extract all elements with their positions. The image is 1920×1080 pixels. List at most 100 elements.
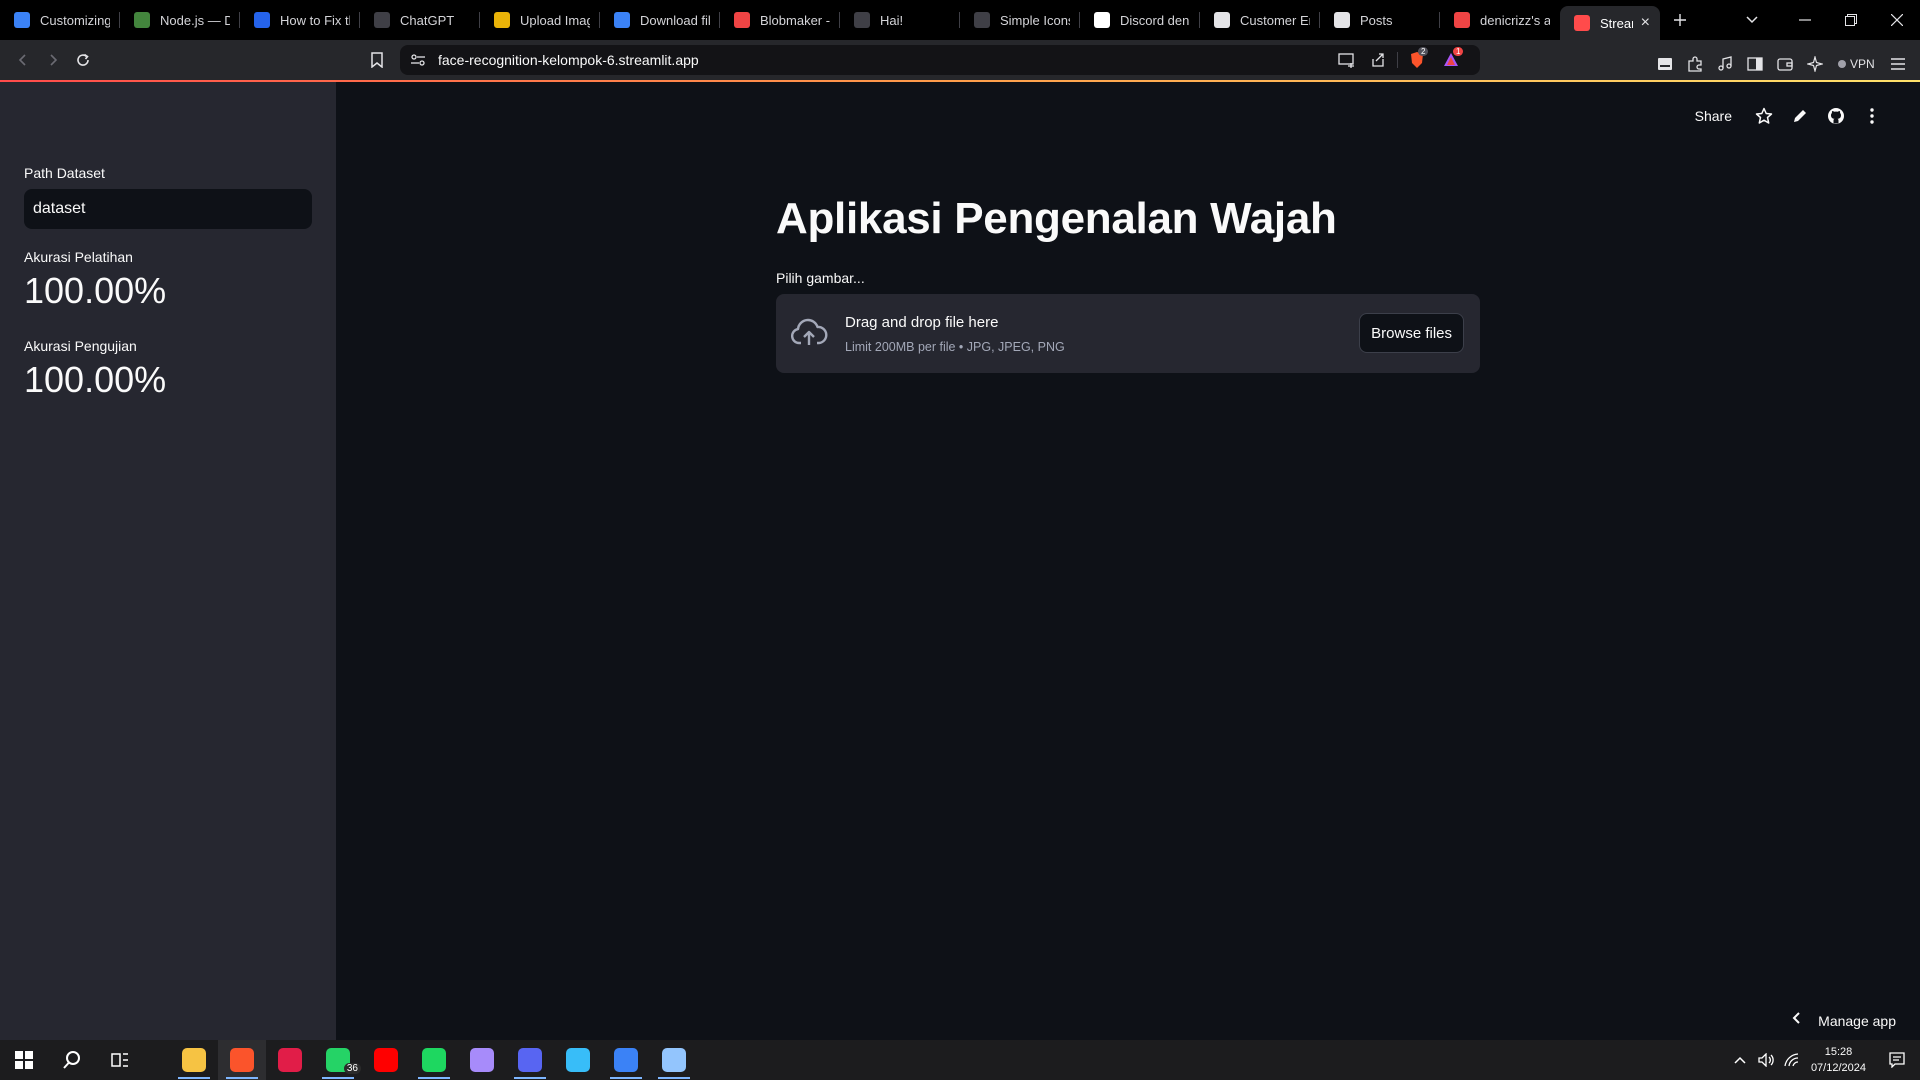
browser-tab-label: Blobmaker - I	[760, 12, 830, 28]
clock-time: 15:28	[1824, 1046, 1853, 1058]
app-menu-button[interactable]	[1854, 104, 1890, 128]
sparkle-icon	[1807, 56, 1823, 72]
pencil-icon	[1794, 110, 1806, 122]
cast-icon[interactable]	[1338, 52, 1356, 68]
browse-files-button[interactable]: Browse files	[1359, 313, 1464, 353]
divider	[1397, 52, 1398, 68]
browser-tab-label: Streamlit	[1600, 15, 1633, 31]
browser-tab[interactable]: Download fil	[600, 0, 720, 40]
taskbar-app[interactable]	[266, 1040, 314, 1080]
leo-ai-button[interactable]	[1800, 49, 1830, 79]
search-button[interactable]	[48, 1040, 96, 1080]
browser-tab-label: Discord deni	[1120, 12, 1190, 28]
brave-shields-button[interactable]: 2	[1408, 47, 1429, 69]
manage-app-button[interactable]: Manage app	[1792, 1011, 1896, 1030]
browser-tab-label: How to Fix th	[280, 12, 350, 28]
back-button[interactable]	[8, 45, 38, 75]
minimize-button[interactable]	[1782, 0, 1828, 40]
sidebar-panel-icon	[1747, 57, 1763, 71]
notification-icon	[1889, 1052, 1905, 1068]
browser-tab[interactable]: Customer En	[1200, 0, 1320, 40]
taskbar-app[interactable]	[410, 1040, 458, 1080]
tab-search-button[interactable]	[1722, 0, 1782, 40]
dataset-path-input[interactable]	[24, 189, 312, 229]
unread-badge: 36	[343, 1063, 361, 1074]
extension-card-icon	[1658, 58, 1672, 70]
volume-button[interactable]	[1753, 1040, 1779, 1080]
chevron-left-icon	[18, 54, 26, 66]
nodejs-icon	[134, 12, 150, 28]
browser-tab[interactable]: Hai!	[840, 0, 960, 40]
extension-button[interactable]	[1650, 49, 1680, 79]
browser-tab[interactable]: Node.js — Do	[120, 0, 240, 40]
browser-tab[interactable]: Upload Imag	[480, 0, 600, 40]
taskbar-app[interactable]	[554, 1040, 602, 1080]
app-header-actions: Share	[1695, 104, 1890, 128]
vpn-button[interactable]: VPN	[1838, 57, 1875, 71]
forward-button[interactable]	[38, 45, 68, 75]
browser-tab[interactable]: Streamlit ×	[1560, 6, 1660, 40]
reload-button[interactable]	[68, 45, 98, 75]
site-settings-icon[interactable]	[410, 53, 426, 67]
vpn-status-icon	[1838, 60, 1846, 68]
system-clock[interactable]: 15:28 07/12/2024	[1811, 1044, 1866, 1076]
spotify-icon	[422, 1048, 446, 1072]
show-hidden-icons-button[interactable]	[1727, 1040, 1753, 1080]
train-accuracy-value: 100.00%	[24, 270, 167, 311]
browser-tab[interactable]: How to Fix th	[240, 0, 360, 40]
network-button[interactable]	[1779, 1040, 1805, 1080]
manage-app-label: Manage app	[1818, 1012, 1896, 1029]
task-view-button[interactable]	[96, 1040, 144, 1080]
browser-tab[interactable]: Customizing	[0, 0, 120, 40]
close-window-button[interactable]	[1874, 0, 1920, 40]
github-button[interactable]	[1818, 104, 1854, 128]
taskbar-app[interactable]	[170, 1040, 218, 1080]
bookmark-button[interactable]	[362, 45, 392, 75]
share-button[interactable]: Share	[1695, 108, 1732, 124]
paint-icon	[470, 1048, 494, 1072]
restore-button[interactable]	[1828, 0, 1874, 40]
browser-tab[interactable]: Simple Icons	[960, 0, 1080, 40]
page-title: Aplikasi Pengenalan Wajah	[776, 194, 1337, 243]
taskbar-app[interactable]	[602, 1040, 650, 1080]
start-button[interactable]	[0, 1040, 48, 1080]
streamlit-icon	[1454, 12, 1470, 28]
taskbar-app[interactable]	[458, 1040, 506, 1080]
windows-logo-icon	[15, 1051, 33, 1069]
wallet-button[interactable]	[1770, 49, 1800, 79]
wallet-icon	[1777, 58, 1793, 71]
taskbar-app[interactable]	[650, 1040, 698, 1080]
taskbar: 36 15:28 07/12/2024	[0, 1040, 1920, 1080]
extensions-button[interactable]	[1680, 49, 1710, 79]
address-bar[interactable]: face-recognition-kelompok-6.streamlit.ap…	[400, 45, 1480, 75]
new-tab-button[interactable]	[1660, 0, 1700, 40]
cloud-upload-icon	[790, 318, 828, 345]
system-tray: 15:28 07/12/2024	[1727, 1040, 1920, 1080]
browser-tab[interactable]: denicrizz's ap	[1440, 0, 1560, 40]
media-button[interactable]	[1710, 49, 1740, 79]
browser-tab[interactable]: Posts	[1320, 0, 1440, 40]
browser-tab-bar: Customizing Node.js — Do How to Fix th Chat…	[0, 0, 1920, 40]
taskbar-app[interactable]	[362, 1040, 410, 1080]
browser-tab[interactable]: Blobmaker - I	[720, 0, 840, 40]
main-menu-button[interactable]	[1883, 49, 1913, 79]
file-dropzone[interactable]: Drag and drop file here Limit 200MB per …	[776, 294, 1480, 373]
url-text[interactable]: face-recognition-kelompok-6.streamlit.ap…	[438, 52, 699, 68]
share-page-icon[interactable]	[1370, 52, 1386, 68]
discord-icon	[518, 1048, 542, 1072]
browser-tab-label: ChatGPT	[400, 12, 455, 28]
close-tab-icon[interactable]: ×	[1641, 14, 1650, 32]
diamond-icon	[614, 12, 630, 28]
favorite-button[interactable]	[1746, 104, 1782, 128]
notification-center-button[interactable]	[1884, 1040, 1910, 1080]
browser-tab[interactable]: Discord deni	[1080, 0, 1200, 40]
taskbar-app[interactable]	[218, 1040, 266, 1080]
upload-icon	[494, 12, 510, 28]
brave-rewards-button[interactable]: 1	[1442, 47, 1464, 69]
edit-button[interactable]	[1782, 104, 1818, 128]
browser-tab[interactable]: ChatGPT	[360, 0, 480, 40]
sidebar-toggle-button[interactable]	[1740, 49, 1770, 79]
search-icon	[63, 1051, 80, 1069]
taskbar-app[interactable]: 36	[314, 1040, 362, 1080]
taskbar-app[interactable]	[506, 1040, 554, 1080]
